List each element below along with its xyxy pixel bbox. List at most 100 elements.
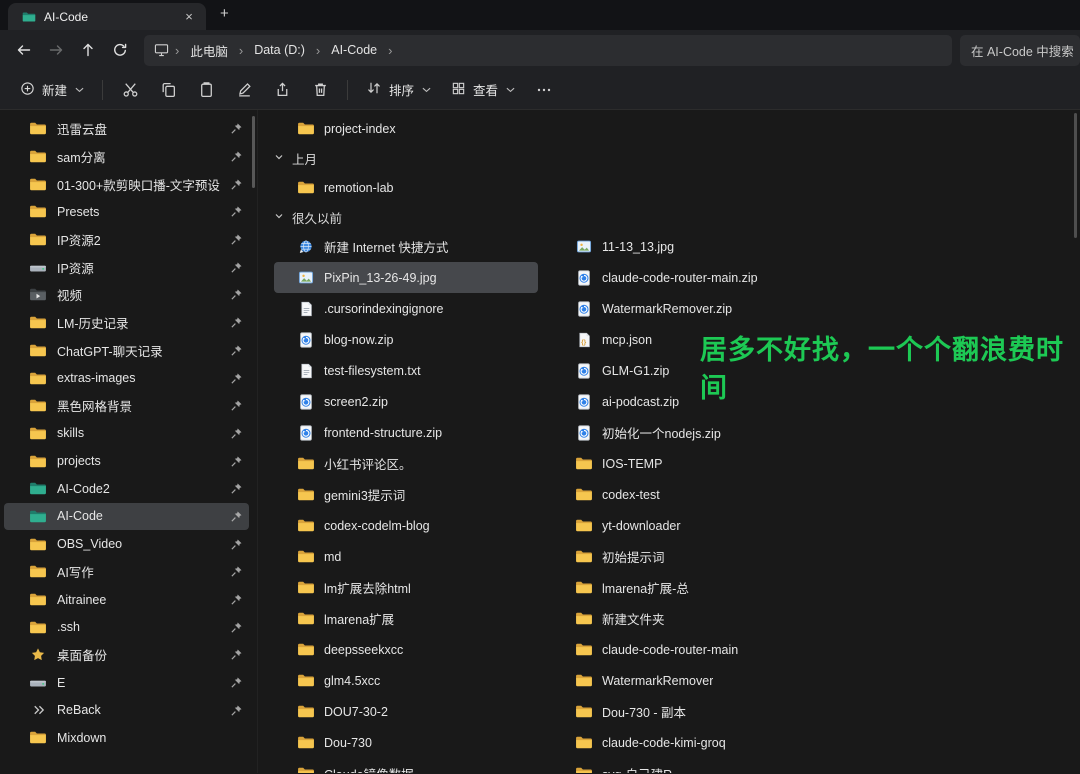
main-scrollbar[interactable] [1074, 113, 1077, 238]
folder-teal-icon [29, 509, 47, 524]
pin-icon [230, 122, 243, 135]
folder-icon [29, 730, 47, 745]
file-item[interactable]: WatermarkRemover [552, 665, 816, 696]
file-item[interactable]: claude-code-router-main [552, 634, 816, 665]
share-icon[interactable] [263, 75, 301, 105]
sidebar-item[interactable]: AI-Code [4, 502, 249, 531]
sidebar-item[interactable]: LM-历史记录 [4, 309, 249, 337]
breadcrumb-item-this-pc[interactable]: 此电脑 [183, 38, 235, 63]
file-item[interactable]: remotion-lab [274, 172, 538, 203]
new-tab-button[interactable]: + [220, 5, 229, 22]
file-item[interactable]: test-filesystem.txt [274, 355, 538, 386]
file-item[interactable]: claude-code-router-main.zip [552, 262, 816, 293]
file-item[interactable]: svg-自己建R [552, 758, 816, 773]
delete-icon[interactable] [301, 75, 339, 105]
file-item[interactable]: blog-now.zip [274, 324, 538, 355]
file-item[interactable]: 初始提示词 [552, 541, 816, 572]
sidebar-item[interactable]: IP资源2 [4, 226, 249, 254]
sidebar-item[interactable]: projects [4, 447, 249, 475]
sidebar-item[interactable]: sam分离 [4, 143, 249, 171]
group-header[interactable]: 很久以前 [274, 203, 536, 231]
sidebar-item[interactable]: extras-images [4, 364, 249, 392]
file-item[interactable]: 新建 Internet 快捷方式 [274, 231, 538, 262]
explorer-tab[interactable]: AI-Code × [8, 3, 206, 30]
file-item[interactable]: gemini3提示词 [274, 479, 538, 510]
zip-icon [575, 269, 593, 286]
file-item[interactable]: screen2.zip [274, 386, 538, 417]
file-item[interactable]: frontend-structure.zip [274, 417, 538, 448]
file-item[interactable]: 新建文件夹 [552, 603, 816, 634]
file-item[interactable]: Claude镜像数据 [274, 758, 538, 773]
file-item[interactable]: glm4.5xcc [274, 665, 538, 696]
sidebar-item[interactable]: 视频 [4, 281, 249, 309]
sidebar-item[interactable]: OBS_Video [4, 530, 249, 558]
file-item[interactable]: yt-downloader [552, 510, 816, 541]
file-item[interactable]: IOS-TEMP [552, 448, 816, 479]
sidebar-item[interactable]: E [4, 669, 249, 697]
file-list-pane: project-index 上月 remotion-lab 很久以前 新建 Intern… [258, 110, 1080, 773]
file-item[interactable]: PixPin_13-26-49.jpg [274, 262, 538, 293]
file-name: 小红书评论区。 [324, 458, 412, 472]
folder-icon [29, 204, 47, 219]
refresh-icon[interactable] [104, 35, 136, 65]
sidebar-item[interactable]: Presets [4, 198, 249, 226]
sidebar-item[interactable]: IP资源 [4, 253, 249, 281]
more-icon[interactable] [525, 75, 563, 105]
copy-icon[interactable] [149, 75, 187, 105]
search-input[interactable]: 在 AI-Code 中搜索 [960, 34, 1080, 66]
sidebar-item[interactable]: 01-300+款剪映口播-文字预设 [4, 170, 249, 198]
file-item[interactable]: .cursorindexingignore [274, 293, 538, 324]
file-item[interactable]: deepsseekxcc [274, 634, 538, 665]
sidebar-item[interactable]: .ssh [4, 613, 249, 641]
sidebar-item[interactable]: AI写作 [4, 558, 249, 586]
folder-icon [297, 673, 315, 688]
sidebar-scrollbar[interactable] [252, 116, 255, 188]
file-item[interactable]: 11-13_13.jpg [552, 231, 816, 262]
file-item[interactable]: Dou-730 - 副本 [552, 696, 816, 727]
sidebar-item[interactable]: ReBack [4, 696, 249, 724]
up-icon[interactable] [72, 35, 104, 65]
folder-icon [29, 454, 47, 469]
forward-icon[interactable] [40, 35, 72, 65]
view-button[interactable]: 查看 [441, 75, 525, 105]
breadcrumb[interactable]: › 此电脑 › Data (D:) › AI-Code › [144, 34, 952, 66]
tab-close-icon[interactable]: × [180, 8, 198, 26]
sidebar-item[interactable]: Mixdown [4, 724, 249, 752]
file-item[interactable]: WatermarkRemover.zip [552, 293, 816, 324]
sidebar-item[interactable]: 黑色网格背景 [4, 392, 249, 420]
file-item[interactable]: project-index [274, 113, 538, 144]
file-item[interactable]: 初始化一个nodejs.zip [552, 417, 816, 448]
file-column-left: project-index 上月 remotion-lab 很久以前 新建 Intern… [258, 113, 538, 773]
back-icon[interactable] [8, 35, 40, 65]
breadcrumb-item-drive-d[interactable]: Data (D:) [247, 40, 312, 60]
file-item[interactable]: claude-code-kimi-groq [552, 727, 816, 758]
file-item[interactable]: Dou-730 [274, 727, 538, 758]
paste-icon[interactable] [187, 75, 225, 105]
file-item[interactable]: lmarena扩展 [274, 603, 538, 634]
group-header[interactable]: 上月 [274, 144, 536, 172]
folder-icon [29, 315, 47, 330]
sidebar-item[interactable]: ChatGPT-聊天记录 [4, 337, 249, 365]
file-item[interactable]: 小红书评论区。 [274, 448, 538, 479]
file-item[interactable]: lmarena扩展-总 [552, 572, 816, 603]
sidebar-item[interactable]: 迅雷云盘 [4, 115, 249, 143]
file-name: frontend-structure.zip [324, 425, 443, 440]
file-item[interactable]: codex-codelm-blog [274, 510, 538, 541]
sidebar-item[interactable]: 桌面备份 [4, 641, 249, 669]
rename-icon[interactable] [225, 75, 263, 105]
breadcrumb-item-ai-code[interactable]: AI-Code [324, 40, 384, 60]
file-item[interactable]: md [274, 541, 538, 572]
file-item[interactable]: DOU7-30-2 [274, 696, 538, 727]
file-column-right: 11-13_13.jpg claude-code-router-main.zip W… [536, 113, 866, 773]
sort-button[interactable]: 排序 [356, 75, 441, 105]
sidebar-item[interactable]: skills [4, 420, 249, 448]
file-item[interactable]: codex-test [552, 479, 816, 510]
file-item[interactable]: lm扩展去除html [274, 572, 538, 603]
sidebar-item[interactable]: AI-Code2 [4, 475, 249, 503]
chevron-down-icon [422, 87, 431, 93]
sidebar-item[interactable]: Aitrainee [4, 586, 249, 614]
new-button[interactable]: 新建 [10, 75, 94, 105]
cut-icon[interactable] [111, 75, 149, 105]
file-name: Dou-730 - 副本 [602, 706, 687, 720]
file-name: lmarena扩展 [324, 613, 395, 627]
